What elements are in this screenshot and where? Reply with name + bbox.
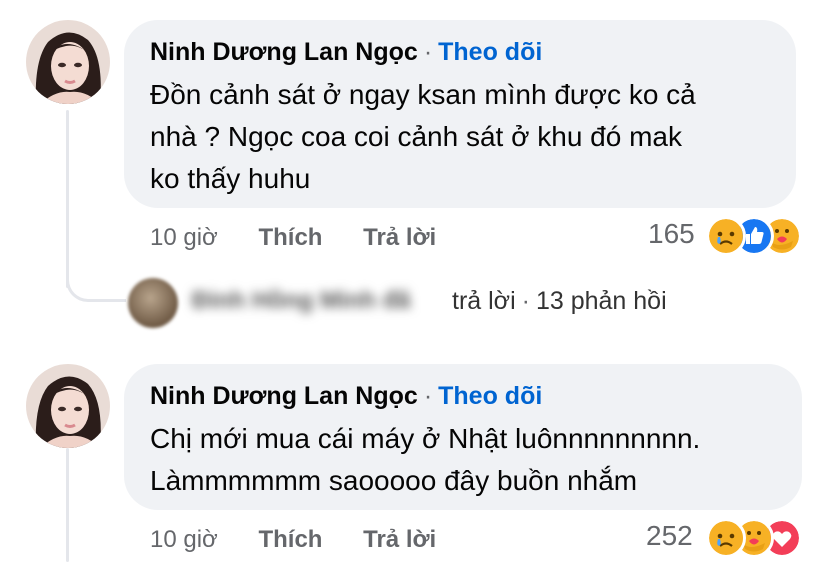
- comment-line: Đồn cảnh sát ở ngay ksan mình được ko cả: [150, 79, 696, 110]
- author-name[interactable]: Ninh Dương Lan Ngọc: [150, 38, 418, 66]
- follow-button[interactable]: Theo dõi: [438, 38, 542, 66]
- replied-label: trả lời: [452, 287, 516, 315]
- separator-dot: ·: [521, 287, 530, 315]
- separator-dot: ·: [423, 38, 433, 66]
- like-button[interactable]: Thích: [258, 526, 322, 553]
- reaction-count[interactable]: 252: [646, 520, 693, 552]
- reaction-count[interactable]: 165: [648, 218, 695, 250]
- replies-summary: trả lời · 13 phản hồi: [452, 287, 667, 316]
- reply-button[interactable]: Trả lời: [363, 526, 436, 553]
- timestamp[interactable]: 10 giờ: [150, 224, 218, 251]
- comment-line: nhà ? Ngọc coa coi cảnh sát ở khu đó mak: [150, 121, 682, 152]
- comment-line: Làmmmmmm saooooo đây buồn nhắm: [150, 465, 638, 496]
- thread-connector: [66, 262, 126, 302]
- timestamp[interactable]: 10 giờ: [150, 526, 218, 553]
- comment-header: Ninh Dương Lan Ngọc · Theo dõi: [150, 38, 542, 67]
- comment-line: ko thấy huhu: [150, 163, 311, 194]
- separator-dot: ·: [423, 382, 433, 410]
- follow-button[interactable]: Theo dõi: [438, 382, 542, 410]
- comment-text: Đồn cảnh sát ở ngay ksan mình được ko cả…: [150, 74, 696, 200]
- comment-header: Ninh Dương Lan Ngọc · Theo dõi: [150, 382, 542, 411]
- comment-meta: 10 giờ Thích Trả lời: [150, 224, 436, 252]
- replies-count: 13 phản hồi: [535, 287, 667, 315]
- comment-line: Chị mới mua cái máy ở Nhật luônnnnnnnnn.: [150, 423, 701, 454]
- avatar[interactable]: [26, 364, 110, 448]
- avatar: [128, 278, 178, 328]
- sad-icon: [706, 518, 746, 558]
- sad-icon: [706, 216, 746, 256]
- reaction-icons[interactable]: [706, 216, 816, 256]
- comment-text: Chị mới mua cái máy ở Nhật luônnnnnnnnn.…: [150, 418, 700, 502]
- reaction-icons[interactable]: [706, 518, 816, 558]
- replier-name-blurred: Đinh Hồng Minh đã: [192, 287, 411, 314]
- thread-line: [66, 448, 69, 562]
- view-replies-link[interactable]: Đinh Hồng Minh đã trả lời · 13 phản hồi: [128, 278, 728, 328]
- comment-meta: 10 giờ Thích Trả lời: [150, 526, 436, 554]
- avatar[interactable]: [26, 20, 110, 104]
- author-name[interactable]: Ninh Dương Lan Ngọc: [150, 382, 418, 410]
- like-button[interactable]: Thích: [258, 224, 322, 251]
- reply-button[interactable]: Trả lời: [363, 224, 436, 251]
